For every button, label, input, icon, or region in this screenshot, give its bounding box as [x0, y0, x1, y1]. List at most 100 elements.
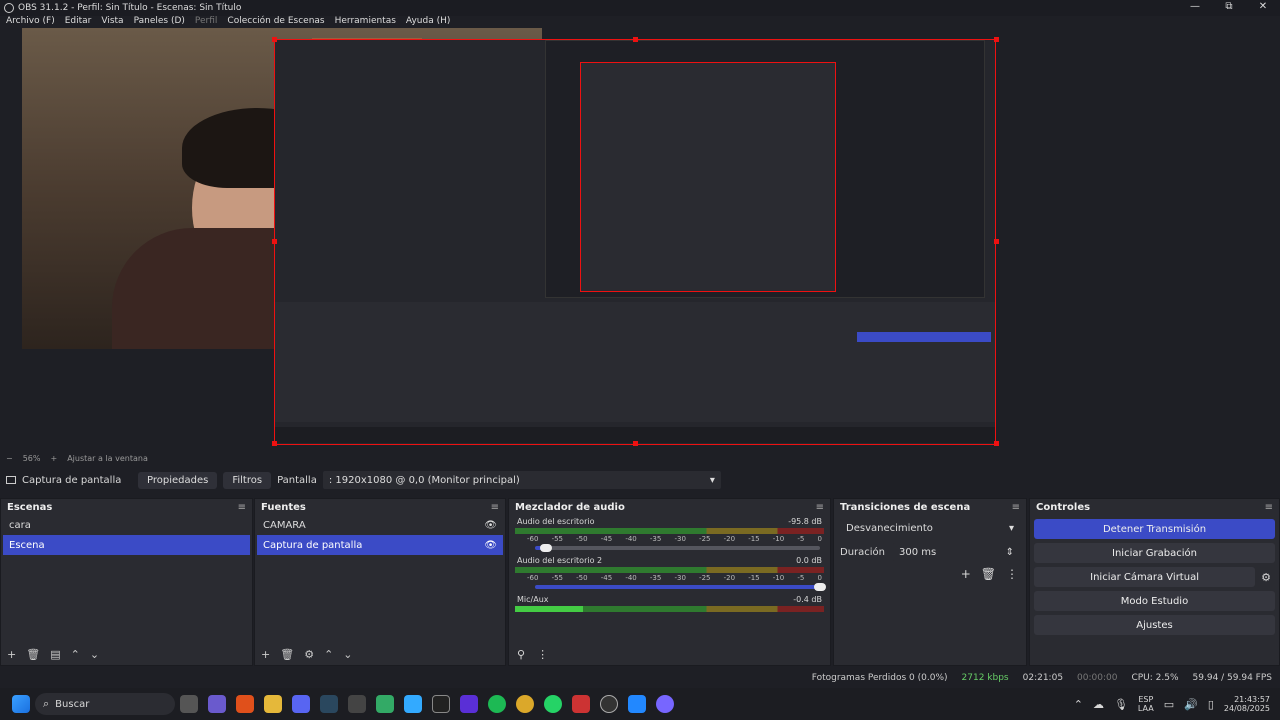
chrome-icon[interactable]: [516, 695, 534, 713]
start-recording-button[interactable]: Iniciar Grabación: [1034, 543, 1275, 563]
selection-handle[interactable]: [994, 441, 999, 446]
dock-menu-icon[interactable]: ≡: [816, 502, 824, 513]
stop-streaming-button[interactable]: Detener Transmisión: [1034, 519, 1275, 539]
source-item[interactable]: Captura de pantalla 👁: [257, 535, 503, 555]
battery-icon[interactable]: ▯: [1208, 698, 1214, 711]
close-button[interactable]: ✕: [1246, 0, 1280, 14]
selection-handle[interactable]: [272, 239, 277, 244]
folder-icon[interactable]: [264, 695, 282, 713]
dock-menu-icon[interactable]: ≡: [238, 502, 246, 513]
whatsapp-icon[interactable]: [544, 695, 562, 713]
duration-input[interactable]: 300 ms ⇕: [893, 543, 1020, 561]
start-virtual-camera-button[interactable]: Iniciar Cámara Virtual: [1034, 567, 1256, 587]
windows-start-icon[interactable]: [12, 695, 30, 713]
zoom-level: 56%: [22, 453, 41, 463]
up-icon[interactable]: ⌃: [324, 648, 333, 661]
selection-handle[interactable]: [633, 37, 638, 42]
lang-sub: LAA: [1137, 704, 1154, 713]
tick-label: -10: [772, 535, 785, 543]
scenes-dock: Escenas ≡ cara Escena + 🗑 ▤ ⌃ ⌄: [0, 498, 253, 666]
slider-handle[interactable]: [540, 544, 553, 552]
obs-icon[interactable]: [600, 695, 618, 713]
dock-menu-icon[interactable]: ≡: [1012, 502, 1020, 513]
source-item[interactable]: CAMARA 👁: [257, 515, 503, 535]
down-icon[interactable]: ⌄: [343, 648, 352, 661]
properties-button[interactable]: Propiedades: [138, 471, 218, 489]
language-indicator[interactable]: ESP LAA: [1138, 695, 1154, 713]
up-icon[interactable]: ⌃: [71, 648, 80, 661]
fit-window-dropdown[interactable]: Ajustar a la ventana: [67, 454, 148, 463]
selection-handle[interactable]: [994, 37, 999, 42]
more-icon[interactable]: ⋮: [1006, 567, 1018, 581]
controls-dock: Controles ≡ Detener Transmisión Iniciar G…: [1029, 498, 1280, 666]
stepper-icon[interactable]: ⇕: [1006, 547, 1014, 558]
mic-icon[interactable]: 🎙: [1114, 698, 1128, 711]
dock-menu-icon[interactable]: ≡: [491, 502, 499, 513]
selection-handle[interactable]: [272, 441, 277, 446]
maximize-button[interactable]: ⧉: [1212, 0, 1246, 14]
dock-menu-icon[interactable]: ≡: [1265, 502, 1273, 513]
app-icon[interactable]: [180, 695, 198, 713]
filter-icon[interactable]: ▤: [50, 648, 60, 661]
trash-icon[interactable]: 🗑: [280, 648, 294, 661]
steam-icon[interactable]: [320, 695, 338, 713]
trash-icon[interactable]: 🗑: [26, 648, 40, 661]
capcut-icon[interactable]: [432, 695, 450, 713]
spotify-icon[interactable]: [488, 695, 506, 713]
screen-capture-source[interactable]: [274, 39, 996, 445]
network-icon[interactable]: ▭: [1164, 698, 1174, 711]
add-icon[interactable]: +: [261, 648, 270, 661]
zoom-in-button[interactable]: +: [50, 454, 57, 463]
down-icon[interactable]: ⌄: [90, 648, 99, 661]
scene-item[interactable]: cara: [3, 515, 250, 535]
selection-handle[interactable]: [272, 37, 277, 42]
clock-time: 21:43:57: [1234, 695, 1270, 704]
tick-label: -20: [723, 535, 736, 543]
screen-label: Pantalla: [277, 474, 317, 486]
brave-icon[interactable]: [236, 695, 254, 713]
preview-canvas[interactable]: [0, 28, 1280, 450]
more-icon[interactable]: ⋮: [537, 648, 548, 661]
chevron-up-icon[interactable]: ⌃: [1074, 698, 1083, 711]
clock[interactable]: 21:43:57 24/08/2025: [1224, 695, 1270, 713]
gear-icon[interactable]: ⚙: [304, 648, 314, 661]
level-meter: [515, 606, 824, 612]
minimize-button[interactable]: —: [1178, 0, 1212, 14]
settings-button[interactable]: Ajustes: [1034, 615, 1275, 635]
search-label: Buscar: [55, 698, 90, 710]
app-icon[interactable]: [656, 695, 674, 713]
zoom-out-button[interactable]: −: [6, 454, 13, 463]
source-label: CAMARA: [263, 519, 306, 531]
filters-button[interactable]: Filtros: [223, 471, 272, 489]
link-icon[interactable]: ⚲: [517, 648, 525, 661]
lang-label: ESP: [1138, 695, 1154, 704]
app-icon[interactable]: [572, 695, 590, 713]
transition-select[interactable]: Desvanecimiento ▾: [840, 519, 1020, 537]
vegas-icon[interactable]: [376, 695, 394, 713]
screen-select-value: : 1920x1080 @ 0,0 (Monitor principal): [328, 474, 520, 486]
slider-handle[interactable]: [814, 583, 826, 591]
add-icon[interactable]: +: [7, 648, 16, 661]
volume-slider[interactable]: [535, 583, 826, 591]
visual-studio-icon[interactable]: [460, 695, 478, 713]
eye-icon[interactable]: 👁: [484, 540, 497, 551]
selection-handle[interactable]: [994, 239, 999, 244]
eye-icon[interactable]: 👁: [484, 520, 497, 531]
app-icon[interactable]: [628, 695, 646, 713]
discord-icon[interactable]: [292, 695, 310, 713]
copilot-icon[interactable]: [208, 695, 226, 713]
notepad-icon[interactable]: [404, 695, 422, 713]
selection-handle[interactable]: [633, 441, 638, 446]
gear-icon[interactable]: ⚙: [1261, 571, 1271, 584]
screen-select[interactable]: : 1920x1080 @ 0,0 (Monitor principal) ▾: [322, 471, 721, 489]
add-icon[interactable]: +: [961, 567, 971, 581]
studio-mode-button[interactable]: Modo Estudio: [1034, 591, 1275, 611]
cloud-icon[interactable]: ☁: [1093, 698, 1104, 711]
scene-item[interactable]: Escena: [3, 535, 250, 555]
app-icon[interactable]: [348, 695, 366, 713]
taskbar-search[interactable]: ⌕ Buscar: [35, 693, 175, 715]
volume-icon[interactable]: 🔊: [1184, 698, 1198, 711]
trash-icon[interactable]: 🗑: [981, 567, 996, 581]
volume-slider[interactable]: [535, 544, 820, 552]
controls-title: Controles: [1036, 501, 1091, 513]
